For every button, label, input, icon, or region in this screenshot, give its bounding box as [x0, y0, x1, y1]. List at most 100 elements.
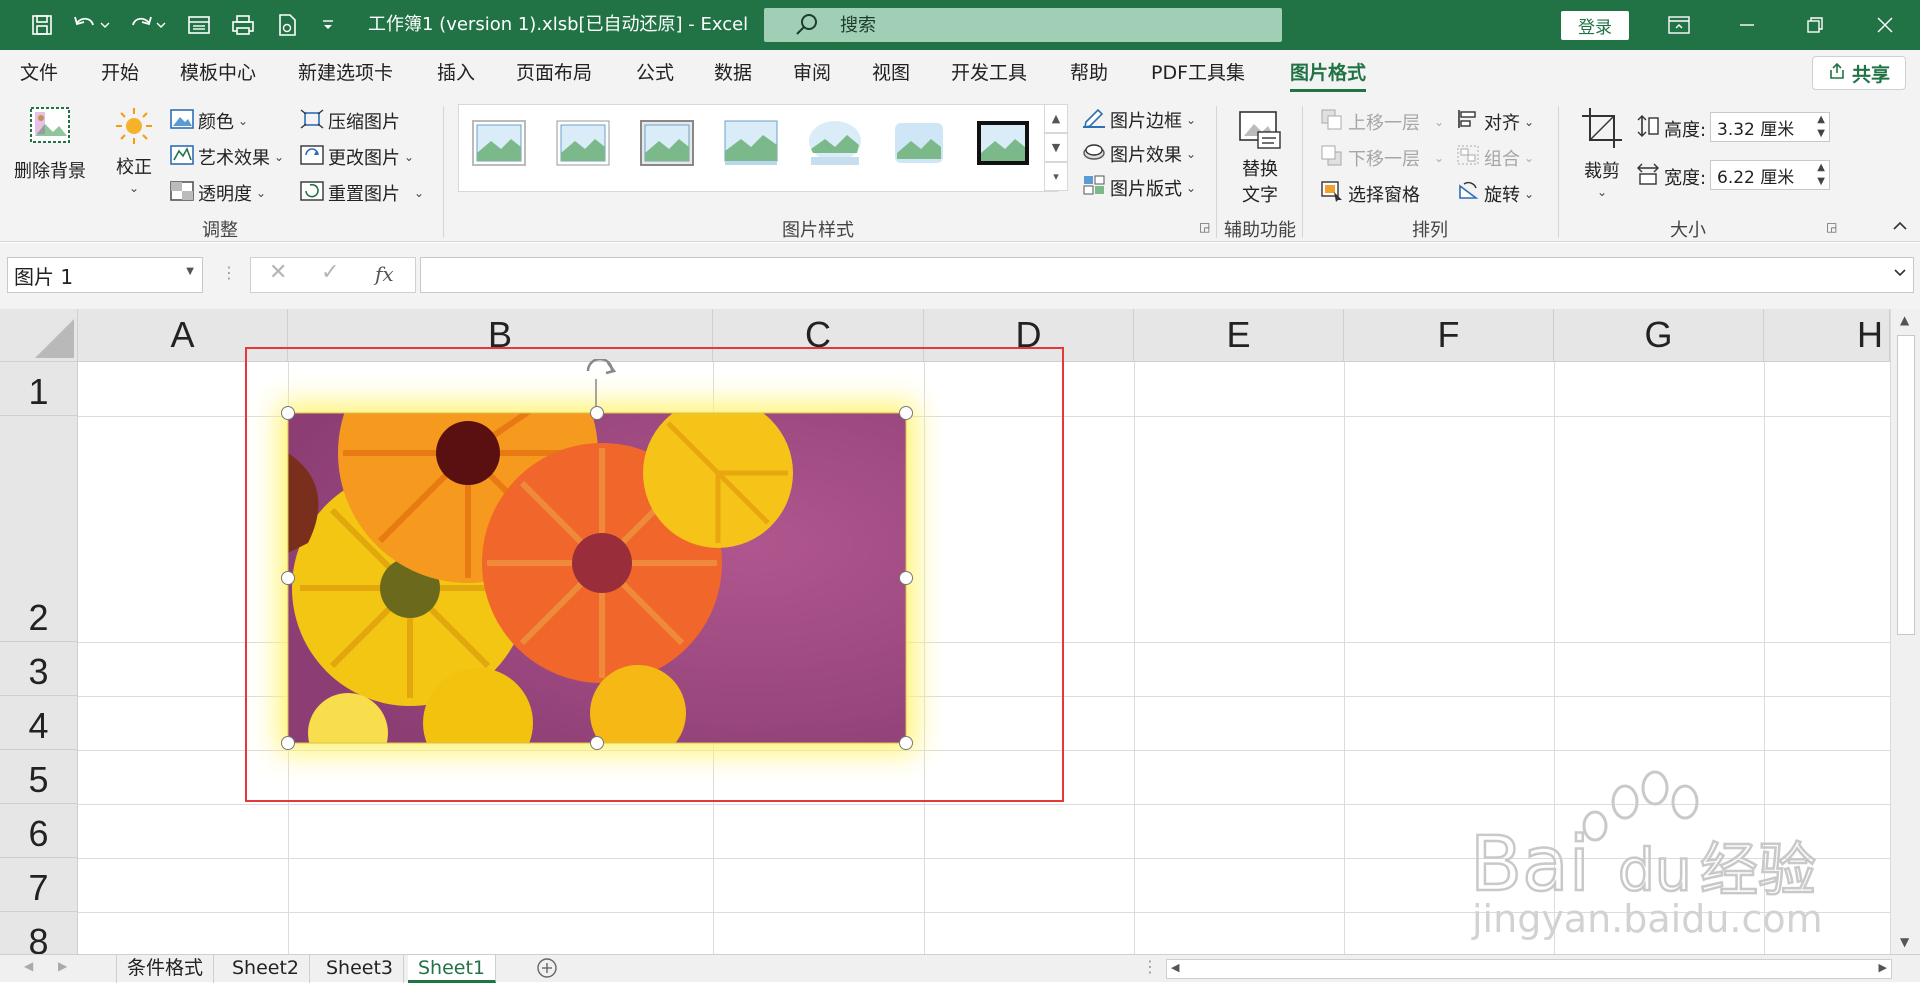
- cancel-icon[interactable]: ✕: [269, 260, 287, 285]
- picture-style-thumb[interactable]: [639, 119, 695, 167]
- tab-formulas[interactable]: 公式: [636, 50, 674, 96]
- insert-function-icon[interactable]: fx: [375, 262, 394, 286]
- collapse-ribbon-icon[interactable]: [1892, 216, 1908, 235]
- print-preview-icon[interactable]: [228, 10, 258, 40]
- tab-data[interactable]: 数据: [714, 50, 752, 96]
- save-icon[interactable]: [26, 10, 58, 40]
- search-input[interactable]: [838, 8, 1258, 42]
- redo-icon[interactable]: [126, 10, 172, 40]
- picture-style-thumb[interactable]: [723, 119, 779, 167]
- horizontal-scrollbar[interactable]: ◀ ▶: [1166, 959, 1892, 979]
- column-header[interactable]: E: [1134, 309, 1344, 362]
- gallery-more-icon[interactable]: ▾: [1044, 162, 1068, 191]
- picture-border-button[interactable]: 图片边框 ⌄: [1082, 106, 1196, 133]
- column-header[interactable]: G: [1554, 309, 1764, 362]
- next-sheet-icon[interactable]: ▶: [58, 959, 67, 973]
- row-header[interactable]: 7: [0, 858, 78, 912]
- picture-style-thumb[interactable]: [471, 119, 527, 167]
- row-header[interactable]: 6: [0, 804, 78, 858]
- tab-template-center[interactable]: 模板中心: [180, 50, 256, 96]
- height-spinner[interactable]: ▲ ▼: [1817, 113, 1825, 141]
- search-box[interactable]: [764, 8, 1282, 42]
- tab-home[interactable]: 开始: [101, 50, 139, 96]
- rotate-button[interactable]: 旋转 ⌄: [1456, 180, 1534, 207]
- width-input[interactable]: 6.22 厘米 ▲ ▼: [1710, 160, 1830, 190]
- picture-style-thumb[interactable]: [891, 119, 947, 167]
- tab-picture-format[interactable]: 图片格式: [1290, 50, 1367, 96]
- change-picture-button[interactable]: 更改图片 ⌄: [300, 144, 414, 170]
- chevron-down-icon[interactable]: ▼: [186, 266, 194, 277]
- column-header[interactable]: F: [1344, 309, 1554, 362]
- alt-text-button[interactable]: 替换 文字: [1238, 108, 1282, 207]
- tab-new-tab[interactable]: 新建选项卡: [298, 50, 393, 96]
- picture-style-thumb[interactable]: [975, 119, 1031, 167]
- picture-style-thumb[interactable]: [807, 119, 863, 167]
- width-spinner[interactable]: ▲ ▼: [1817, 161, 1825, 189]
- group-button[interactable]: 组合 ⌄: [1456, 144, 1534, 171]
- artistic-effects-button[interactable]: 艺术效果 ⌄: [170, 144, 284, 170]
- compress-pictures-button[interactable]: 压缩图片: [300, 108, 400, 134]
- sheet-tab[interactable]: Sheet3: [316, 955, 405, 983]
- customize-qat-icon[interactable]: [316, 10, 340, 40]
- minimize-icon[interactable]: [1719, 0, 1775, 50]
- transparency-button[interactable]: 透明度 ⌄: [170, 180, 266, 206]
- prev-sheet-icon[interactable]: ◀: [24, 959, 33, 973]
- gallery-down-icon[interactable]: ▼: [1044, 133, 1068, 162]
- dialog-launcher-icon[interactable]: ◲: [1826, 220, 1837, 234]
- sheet-tab[interactable]: 条件格式: [116, 955, 215, 983]
- crop-button[interactable]: 裁剪 ⌄: [1580, 106, 1624, 199]
- align-button[interactable]: 对齐 ⌄: [1456, 108, 1534, 135]
- share-button[interactable]: 共享: [1812, 56, 1906, 90]
- tab-developer[interactable]: 开发工具: [951, 50, 1027, 96]
- send-backward-button[interactable]: 下移一层 ⌄: [1320, 144, 1444, 171]
- row-header[interactable]: 8: [0, 912, 78, 954]
- picture-styles-gallery[interactable]: [458, 104, 1058, 192]
- form-icon[interactable]: [184, 10, 214, 40]
- bring-forward-button[interactable]: 上移一层 ⌄: [1320, 108, 1444, 135]
- gallery-scroll[interactable]: ▲ ▼ ▾: [1044, 104, 1068, 192]
- select-all-corner[interactable]: [0, 309, 78, 362]
- corrections-button[interactable]: 校正 ⌄: [112, 106, 156, 195]
- reset-picture-button[interactable]: 重置图片 ⌄: [300, 180, 424, 206]
- split-handle-icon[interactable]: ⋮: [1142, 957, 1158, 976]
- row-header[interactable]: 3: [0, 642, 78, 696]
- remove-background-button[interactable]: 删除背景: [14, 106, 86, 183]
- ribbon-display-icon[interactable]: [1651, 0, 1707, 50]
- tab-file[interactable]: 文件: [20, 50, 58, 96]
- row-header[interactable]: 5: [0, 750, 78, 804]
- tab-page-layout[interactable]: 页面布局: [516, 50, 592, 96]
- add-sheet-icon[interactable]: [536, 957, 558, 983]
- picture-effects-button[interactable]: 图片效果 ⌄: [1082, 140, 1196, 167]
- vertical-scrollbar[interactable]: ▲ ▼: [1890, 309, 1920, 954]
- close-icon[interactable]: [1857, 0, 1913, 50]
- scroll-left-icon[interactable]: ◀: [1171, 961, 1179, 974]
- row-header[interactable]: 1: [0, 362, 78, 416]
- tab-pdf-tools[interactable]: PDF工具集: [1151, 50, 1245, 96]
- color-button[interactable]: 颜色 ⌄: [170, 108, 248, 134]
- login-button[interactable]: 登录: [1561, 11, 1629, 40]
- column-header[interactable]: H: [1764, 309, 1890, 362]
- tab-review[interactable]: 审阅: [793, 50, 831, 96]
- row-header[interactable]: 4: [0, 696, 78, 750]
- dialog-launcher-icon[interactable]: ◲: [1199, 220, 1210, 234]
- selection-pane-button[interactable]: 选择窗格: [1320, 180, 1420, 207]
- height-input[interactable]: 3.32 厘米 ▲ ▼: [1710, 112, 1830, 142]
- gallery-up-icon[interactable]: ▲: [1044, 104, 1068, 133]
- scroll-right-icon[interactable]: ▶: [1879, 961, 1887, 974]
- row-header[interactable]: 2: [0, 416, 78, 642]
- picture-style-thumb[interactable]: [555, 119, 611, 167]
- tab-insert[interactable]: 插入: [437, 50, 475, 96]
- sheet-tab[interactable]: Sheet2: [222, 955, 311, 983]
- expand-formula-icon[interactable]: [1893, 264, 1907, 283]
- tab-view[interactable]: 视图: [872, 50, 910, 96]
- tab-help[interactable]: 帮助: [1070, 50, 1108, 96]
- enter-icon[interactable]: ✓: [321, 260, 339, 285]
- restore-icon[interactable]: [1787, 0, 1843, 50]
- undo-icon[interactable]: [68, 10, 114, 40]
- sheet-tab-active[interactable]: Sheet1: [408, 955, 497, 983]
- export-pdf-icon[interactable]: [272, 10, 302, 40]
- scroll-down-icon[interactable]: ▼: [1900, 935, 1909, 949]
- picture-layout-button[interactable]: 图片版式 ⌄: [1082, 174, 1196, 201]
- scroll-thumb[interactable]: [1897, 335, 1915, 635]
- name-box[interactable]: 图片 1 ▼: [7, 257, 203, 293]
